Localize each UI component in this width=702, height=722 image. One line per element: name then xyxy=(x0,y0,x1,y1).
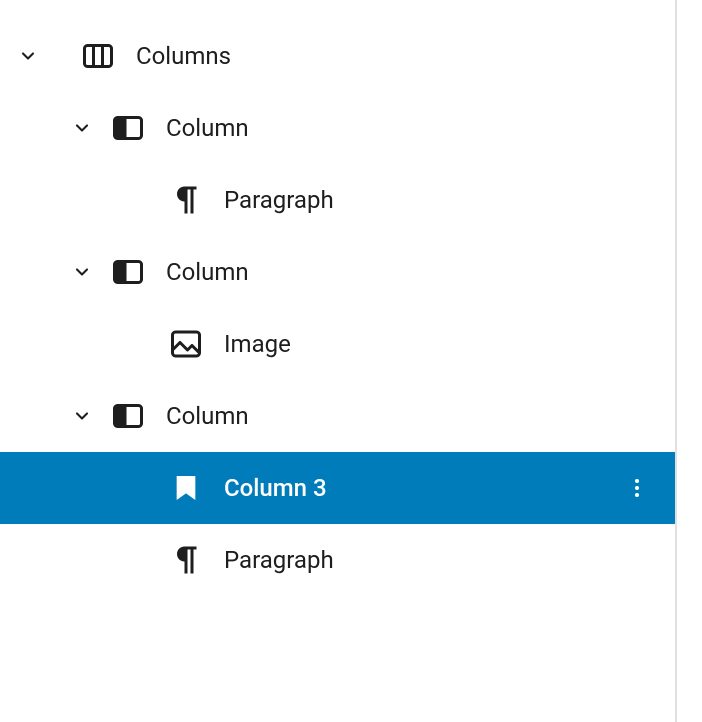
tree-item-label: Columns xyxy=(136,42,231,70)
tree-item-label: Column xyxy=(166,402,249,430)
tree-item-label: Paragraph xyxy=(224,186,334,214)
tree-item-label: Image xyxy=(224,330,291,358)
tree-item-image[interactable]: Image xyxy=(0,308,675,380)
paragraph-block-icon xyxy=(168,182,204,218)
tree-item-label: Column 3 xyxy=(224,474,327,502)
column-block-icon xyxy=(110,110,146,146)
chevron-down-icon[interactable] xyxy=(16,44,40,68)
tree-item-paragraph[interactable]: Paragraph xyxy=(0,524,675,596)
tree-item-label: Column xyxy=(166,114,249,142)
tree-item-column[interactable]: Column xyxy=(0,92,675,164)
block-list-panel: Columns Column Paragraph Column Image xyxy=(0,0,677,722)
bookmark-icon xyxy=(168,470,204,506)
columns-block-icon xyxy=(80,38,116,74)
chevron-down-icon[interactable] xyxy=(70,116,94,140)
tree-item-column[interactable]: Column xyxy=(0,380,675,452)
column-block-icon xyxy=(110,398,146,434)
tree-item-columns[interactable]: Columns xyxy=(0,20,675,92)
chevron-down-icon[interactable] xyxy=(70,404,94,428)
more-options-button[interactable] xyxy=(619,470,655,506)
tree-item-label: Column xyxy=(166,258,249,286)
tree-item-column[interactable]: Column xyxy=(0,236,675,308)
image-block-icon xyxy=(168,326,204,362)
column-block-icon xyxy=(110,254,146,290)
tree-item-reusable-block[interactable]: Column 3 xyxy=(0,452,675,524)
tree-item-label: Paragraph xyxy=(224,546,334,574)
paragraph-block-icon xyxy=(168,542,204,578)
chevron-down-icon[interactable] xyxy=(70,260,94,284)
tree-item-paragraph[interactable]: Paragraph xyxy=(0,164,675,236)
